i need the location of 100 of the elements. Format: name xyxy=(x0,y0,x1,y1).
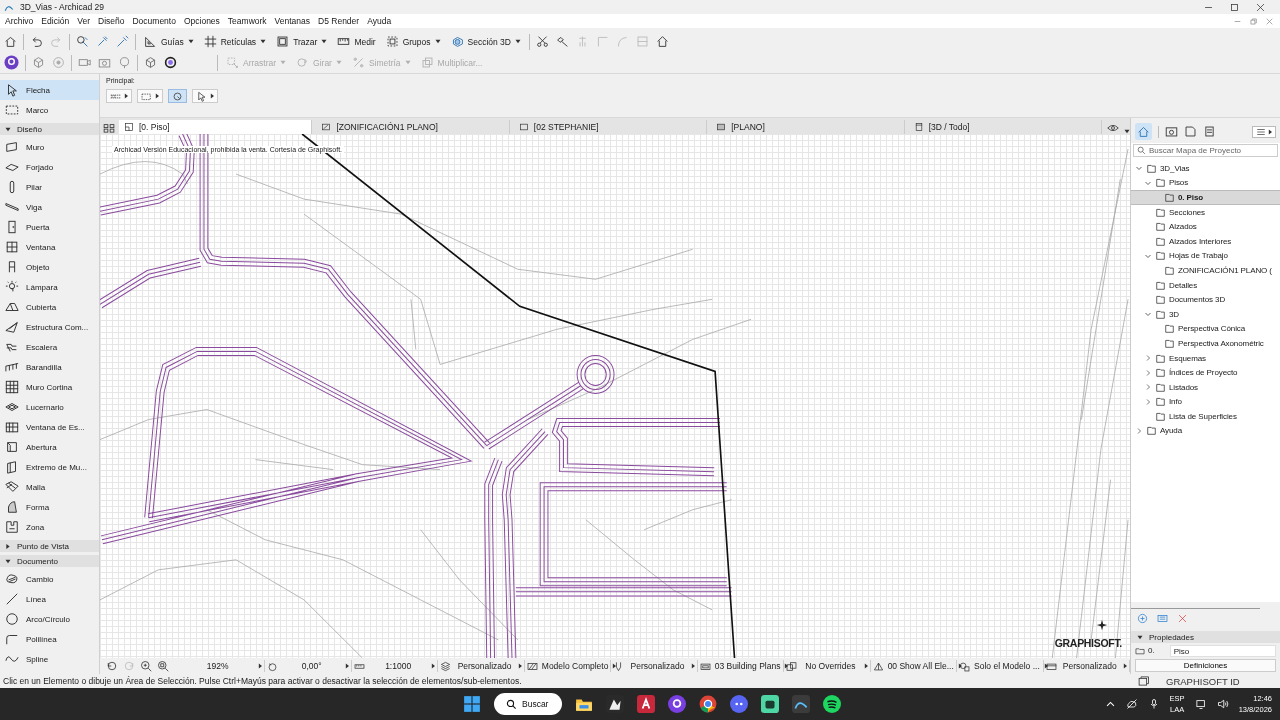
menu-item[interactable]: Archivo xyxy=(5,16,34,26)
tool-item[interactable]: Lucernario xyxy=(0,397,99,417)
undo-icon[interactable] xyxy=(30,35,43,48)
search-field[interactable]: Buscar Mapa de Proyecto xyxy=(1133,144,1278,157)
tree-item[interactable]: Alzados xyxy=(1131,219,1280,234)
menu-item[interactable]: Diseño xyxy=(98,16,125,26)
chat-app-icon[interactable] xyxy=(730,695,749,713)
tool-item[interactable]: Lámpara xyxy=(0,277,99,297)
scissors-icon[interactable] xyxy=(536,35,549,48)
undo-zoom-icon[interactable] xyxy=(106,660,118,672)
zoom-fit-icon[interactable] xyxy=(157,660,169,672)
settings-button[interactable]: Definiciones xyxy=(1135,659,1276,672)
tool-item[interactable]: Extremo de Mu... xyxy=(0,457,99,477)
tree-item[interactable]: ZONIFICACIÓN1 PLANO ( xyxy=(1131,263,1280,278)
avatar-icon[interactable] xyxy=(4,55,19,70)
menu-item[interactable]: Edición xyxy=(41,16,70,26)
quick-option[interactable]: 0,00° xyxy=(267,660,352,672)
toolbar-button[interactable] xyxy=(192,89,218,103)
delete-icon[interactable] xyxy=(1177,613,1188,624)
video-camera-icon[interactable] xyxy=(78,56,91,69)
view-tab[interactable]: [0. Piso] xyxy=(119,120,313,134)
add-icon[interactable] xyxy=(1137,613,1148,624)
tree-item[interactable]: Esquemas xyxy=(1131,350,1280,366)
pin-icon[interactable] xyxy=(118,56,131,69)
app-icon[interactable] xyxy=(637,695,656,713)
tree-item[interactable]: Perspectiva Cónica xyxy=(1131,321,1280,337)
toolbar-button[interactable]: Sección 3D xyxy=(448,32,523,51)
quick-option[interactable]: 00 Show All Ele... xyxy=(872,660,958,672)
tool-item[interactable]: Cubierta xyxy=(0,297,99,317)
tool-item[interactable]: Zona xyxy=(0,517,99,537)
menu-item[interactable]: Ayuda xyxy=(367,16,392,26)
tree-item[interactable]: 3D xyxy=(1131,306,1280,322)
tree-item[interactable]: Perspectiva Axonométric xyxy=(1131,336,1280,351)
tool-item[interactable]: Escalera xyxy=(0,337,99,357)
tool-item[interactable]: Spline xyxy=(0,649,99,669)
tool-item[interactable]: Objeto xyxy=(0,257,99,277)
browser-icon[interactable] xyxy=(699,695,718,713)
tree-item[interactable]: Detalles xyxy=(1131,277,1280,293)
tree-item[interactable]: Ayuda xyxy=(1131,423,1280,439)
menu-item[interactable]: Ver xyxy=(77,16,90,26)
close-icon[interactable] xyxy=(1255,1,1266,13)
palette-section-header[interactable]: Documento xyxy=(0,555,99,567)
layout-icon[interactable] xyxy=(1184,125,1197,138)
tool-item[interactable]: Flecha xyxy=(0,80,99,100)
tree-item[interactable]: Lista de Superficies xyxy=(1131,409,1280,424)
magic-wand-icon[interactable] xyxy=(556,35,569,48)
tree-item[interactable]: Hojas de Trabajo xyxy=(1131,248,1280,264)
quick-option[interactable]: Personalizado xyxy=(613,660,698,672)
windows-start-icon[interactable] xyxy=(463,695,481,713)
tree-item[interactable]: Índices de Proyecto xyxy=(1131,365,1280,380)
quick-option[interactable]: Modelo Completo xyxy=(526,660,612,672)
name-field[interactable]: Piso xyxy=(1169,644,1276,657)
tool-item[interactable]: Forma xyxy=(0,497,99,517)
toolbar-button[interactable]: Grupos xyxy=(383,32,443,51)
tool-item[interactable]: Línea xyxy=(0,589,99,609)
sparkle-icon[interactable] xyxy=(1096,619,1108,631)
music-app-icon[interactable] xyxy=(823,695,842,713)
roof-icon[interactable] xyxy=(656,35,669,48)
zoom-in-icon[interactable] xyxy=(140,660,152,672)
tree-item[interactable]: Secciones xyxy=(1131,204,1280,220)
tool-item[interactable]: Polilínea xyxy=(0,629,99,649)
quick-option[interactable]: Personalizado xyxy=(440,660,525,672)
cube-icon[interactable] xyxy=(32,56,45,69)
toolbar-button[interactable] xyxy=(168,89,187,103)
tree-item[interactable]: Alzados Interiores xyxy=(1131,233,1280,249)
toolbar-button[interactable]: Guías xyxy=(142,32,196,51)
tree-item[interactable]: 0. Piso xyxy=(1131,190,1280,205)
tool-item[interactable]: Ventana xyxy=(0,237,99,257)
tool-item[interactable]: Abertura xyxy=(0,437,99,457)
app-icon[interactable] xyxy=(761,695,780,713)
quick-option[interactable]: No Overrides xyxy=(786,660,871,672)
toolbar-button[interactable]: Medir xyxy=(335,32,378,51)
tool-item[interactable]: Forjado xyxy=(0,157,99,177)
windows-stack-icon[interactable] xyxy=(1138,675,1150,687)
tool-item[interactable]: Muro Cortina xyxy=(0,377,99,397)
menu-item[interactable]: Opciones xyxy=(183,16,220,26)
menu-item[interactable]: Teamwork xyxy=(227,16,267,26)
menu-item[interactable]: Documento xyxy=(132,16,176,26)
flower-icon[interactable] xyxy=(164,56,177,69)
tree-item[interactable]: Listados xyxy=(1131,379,1280,395)
tree-item[interactable]: Pisos xyxy=(1131,175,1280,191)
house-icon[interactable] xyxy=(1137,125,1150,138)
account-link[interactable]: GRAPHISOFT ID xyxy=(1166,675,1240,687)
grid-icon[interactable] xyxy=(103,122,115,134)
tree-item[interactable]: 3D_Vias xyxy=(1131,161,1280,176)
menu-button[interactable] xyxy=(1252,125,1276,138)
tool-item[interactable]: Puerta xyxy=(0,217,99,237)
tool-item[interactable]: Muro xyxy=(0,137,99,157)
home-icon[interactable] xyxy=(4,35,17,48)
tool-item[interactable]: Malla xyxy=(0,477,99,497)
cloud-icon[interactable] xyxy=(1125,698,1138,710)
syringe-icon[interactable] xyxy=(116,35,129,48)
toolbar-button[interactable]: Trazar xyxy=(274,32,330,51)
speaker-icon[interactable] xyxy=(1216,698,1229,710)
tree-item[interactable]: Info xyxy=(1131,394,1280,410)
toolbar-button[interactable]: Retículas xyxy=(201,32,269,51)
tool-item[interactable]: Ventana de Es... xyxy=(0,417,99,437)
panel-header[interactable]: Propiedades xyxy=(1131,631,1280,643)
cube-icon[interactable] xyxy=(144,56,157,69)
tool-item[interactable]: Barandilla xyxy=(0,357,99,377)
